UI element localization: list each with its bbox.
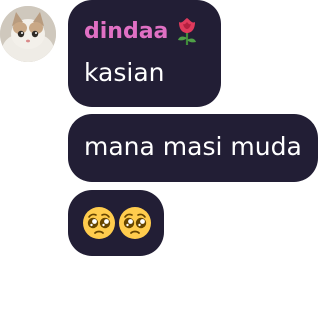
sender-name[interactable]: dindaa [84, 19, 168, 44]
pleading-face-emoji-icon [119, 207, 151, 239]
chat-view: dindaa kasian mana masi muda [0, 0, 320, 312]
cat-avatar-icon [0, 6, 56, 62]
sender-header: dindaa [84, 16, 200, 46]
sender-avatar[interactable] [0, 6, 56, 62]
message-text: mana masi muda [84, 132, 302, 161]
message-text: kasian [84, 58, 165, 87]
message-bubble-3[interactable] [68, 190, 164, 256]
message-bubble-2[interactable]: mana masi muda [68, 114, 318, 182]
emoji-row [82, 206, 152, 240]
rose-emoji-icon [178, 18, 197, 45]
pleading-face-emoji-icon [83, 207, 115, 239]
message-bubble-1[interactable]: dindaa kasian [68, 0, 221, 107]
